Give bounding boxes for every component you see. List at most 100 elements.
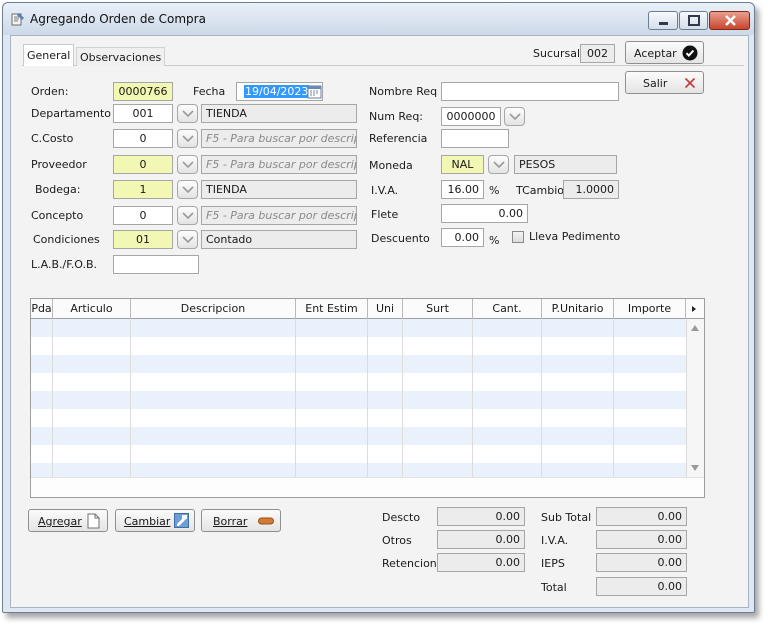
tab-general[interactable]: General	[23, 44, 74, 66]
bodega-code-field[interactable]: 1	[113, 180, 173, 199]
otros-field: 0.00	[437, 530, 525, 549]
orden-label: Orden:	[31, 85, 69, 98]
fecha-label: Fecha	[193, 85, 226, 98]
sucursal-field: 002	[580, 44, 615, 63]
close-window-button[interactable]	[709, 11, 750, 30]
scroll-up-icon[interactable]	[690, 324, 700, 332]
moneda-dropdown[interactable]	[488, 155, 509, 174]
accept-label: Aceptar	[634, 47, 677, 60]
departamento-dropdown[interactable]	[177, 104, 198, 123]
maximize-icon	[688, 15, 700, 26]
nombre-req-label: Nombre Req	[369, 85, 438, 98]
descto-label: Descto	[382, 511, 421, 524]
ccosto-dropdown[interactable]	[177, 129, 198, 148]
chevron-down-icon	[509, 113, 521, 121]
moneda-label: Moneda	[369, 159, 413, 172]
departamento-code-field[interactable]: 001	[113, 104, 173, 123]
lleva-pedimento-checkbox[interactable]	[512, 231, 524, 243]
flete-field[interactable]: 0.00	[441, 204, 528, 223]
tab-observaciones[interactable]: Observaciones	[76, 47, 166, 66]
calendar-icon[interactable]	[307, 84, 322, 99]
add-button[interactable]: Agregar	[28, 509, 108, 532]
num-req-dropdown[interactable]	[504, 107, 525, 126]
lab-fob-label: L.A.B./F.O.B.	[31, 258, 98, 271]
chevron-down-icon	[182, 236, 194, 244]
iva-total-label: I.V.A.	[541, 534, 569, 547]
condiciones-desc: Contado	[201, 230, 357, 249]
referencia-label: Referencia	[369, 132, 428, 145]
accept-button[interactable]: Aceptar	[625, 41, 704, 64]
column-divider	[295, 319, 296, 477]
add-label: Agregar	[38, 515, 82, 528]
bodega-desc: TIENDA	[201, 180, 357, 199]
iva-label: I.V.A.	[371, 184, 399, 197]
referencia-field[interactable]	[441, 129, 509, 148]
nombre-req-field[interactable]	[441, 82, 619, 101]
fecha-value: 19/04/2023	[244, 85, 310, 98]
proveedor-desc[interactable]: F5 - Para buscar por descripción	[201, 155, 357, 174]
ccosto-label: C.Costo	[31, 132, 74, 145]
scroll-down-icon[interactable]	[690, 464, 700, 472]
condiciones-label: Condiciones	[33, 233, 100, 246]
ccosto-code-field[interactable]: 0	[113, 129, 173, 148]
concepto-desc[interactable]: F5 - Para buscar por descripción	[201, 206, 357, 225]
sucursal-label: Sucursal	[533, 47, 581, 60]
retencion-label: Retencion	[382, 557, 437, 570]
chevron-down-icon	[182, 110, 194, 118]
bodega-dropdown[interactable]	[177, 180, 198, 199]
purchase-order-window: Agregando Orden de Compra General Observ…	[2, 2, 755, 613]
lleva-pedimento-label[interactable]: Lleva Pedimento	[529, 230, 620, 243]
maximize-button[interactable]	[679, 11, 708, 30]
iva-field[interactable]: 16.00	[441, 180, 484, 199]
chevron-down-icon	[182, 212, 194, 220]
ccosto-desc[interactable]: F5 - Para buscar por descripción	[201, 129, 357, 148]
chevron-down-icon	[182, 135, 194, 143]
col-header-articulo[interactable]: Articulo	[53, 299, 131, 319]
orden-field[interactable]: 0000766	[113, 82, 173, 101]
iva-percent-unit: %	[489, 184, 500, 197]
delete-icon	[258, 517, 274, 525]
moneda-desc: PESOS	[514, 155, 617, 174]
proveedor-dropdown[interactable]	[177, 155, 198, 174]
col-header-ent-estim[interactable]: Ent Estim	[296, 299, 368, 319]
departamento-desc: TIENDA	[201, 104, 357, 123]
proveedor-code-field[interactable]: 0	[113, 155, 173, 174]
tab-observaciones-label: Observaciones	[80, 51, 162, 64]
items-grid[interactable]: Pda Articulo Descripcion Ent Estim Uni S…	[30, 298, 705, 498]
flete-label: Flete	[371, 208, 399, 221]
concepto-code-field[interactable]: 0	[113, 206, 173, 225]
col-header-importe[interactable]: Importe	[614, 299, 686, 319]
col-header-p-unitario[interactable]: P.Unitario	[542, 299, 614, 319]
col-header-descripcion[interactable]: Descripcion	[131, 299, 296, 319]
moneda-code-field[interactable]: NAL	[441, 155, 484, 174]
tcambio-label: TCambio	[516, 184, 564, 197]
column-divider	[613, 319, 614, 477]
col-header-surt[interactable]: Surt	[403, 299, 473, 319]
lab-fob-field[interactable]	[113, 255, 199, 274]
delete-button[interactable]: Borrar	[201, 509, 281, 532]
condiciones-dropdown[interactable]	[177, 230, 198, 249]
concepto-dropdown[interactable]	[177, 206, 198, 225]
num-req-field[interactable]: 0000000	[441, 107, 501, 126]
total-label: Total	[541, 581, 567, 594]
total-field: 0.00	[596, 577, 687, 596]
window-title: Agregando Orden de Compra	[30, 12, 206, 26]
iva-total-field: 0.00	[596, 530, 687, 549]
scroll-right-icon[interactable]	[690, 305, 698, 313]
column-divider	[367, 319, 368, 477]
condiciones-code-field[interactable]: 01	[113, 230, 173, 249]
vertical-scrollbar[interactable]	[687, 319, 704, 477]
title-bar[interactable]: Agregando Orden de Compra	[3, 3, 754, 35]
horizontal-scrollbar-area	[31, 477, 704, 497]
app-icon	[11, 13, 24, 26]
exit-button[interactable]: Salir	[625, 71, 704, 94]
tab-general-label: General	[27, 49, 71, 62]
descuento-field[interactable]: 0.00	[441, 228, 484, 247]
descto-field: 0.00	[437, 507, 525, 526]
descuento-label: Descuento	[371, 232, 430, 245]
col-header-cant[interactable]: Cant.	[473, 299, 542, 319]
minimize-button[interactable]	[648, 11, 678, 30]
col-header-pda[interactable]: Pda	[31, 299, 53, 319]
col-header-uni[interactable]: Uni	[368, 299, 403, 319]
change-button[interactable]: Cambiar	[115, 509, 195, 532]
